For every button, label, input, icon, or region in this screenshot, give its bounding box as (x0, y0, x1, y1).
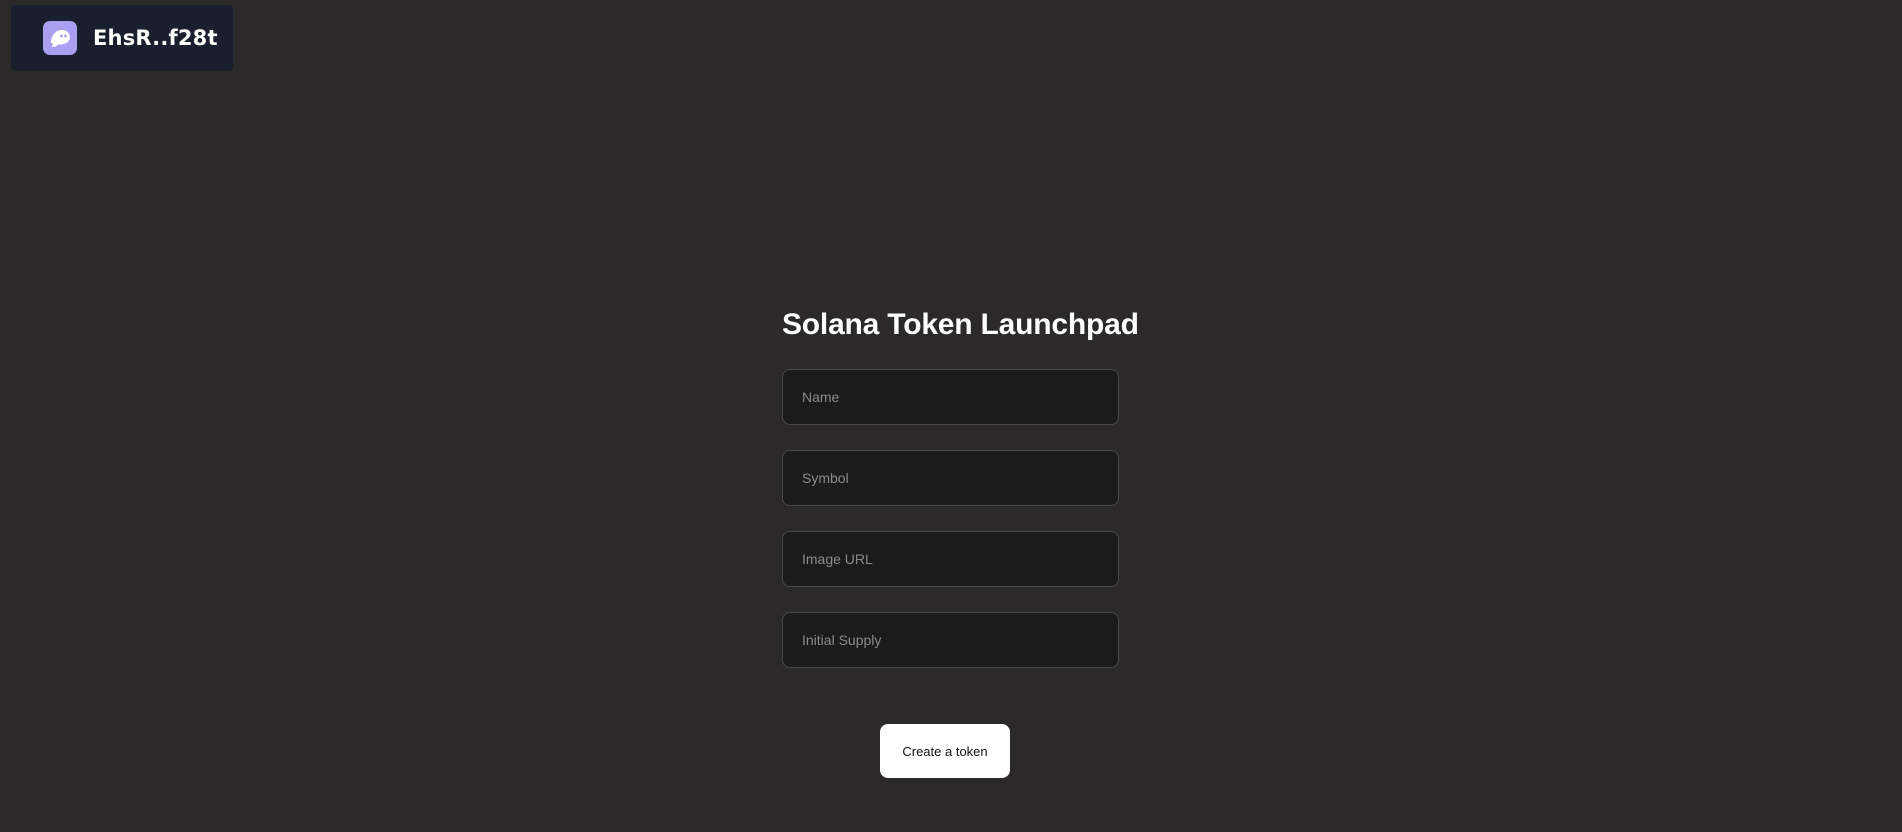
name-input[interactable] (782, 369, 1119, 425)
token-launchpad-form: Solana Token Launchpad (782, 300, 1139, 668)
initial-supply-input[interactable] (782, 612, 1119, 668)
page-title: Solana Token Launchpad (782, 308, 1139, 341)
image-url-input[interactable] (782, 531, 1119, 587)
phantom-ghost-icon (43, 21, 77, 55)
wallet-address: EhsR..f28t (93, 26, 218, 50)
create-token-button[interactable]: Create a token (880, 724, 1010, 778)
symbol-input[interactable] (782, 450, 1119, 506)
wallet-connect-button[interactable]: EhsR..f28t (11, 5, 233, 71)
